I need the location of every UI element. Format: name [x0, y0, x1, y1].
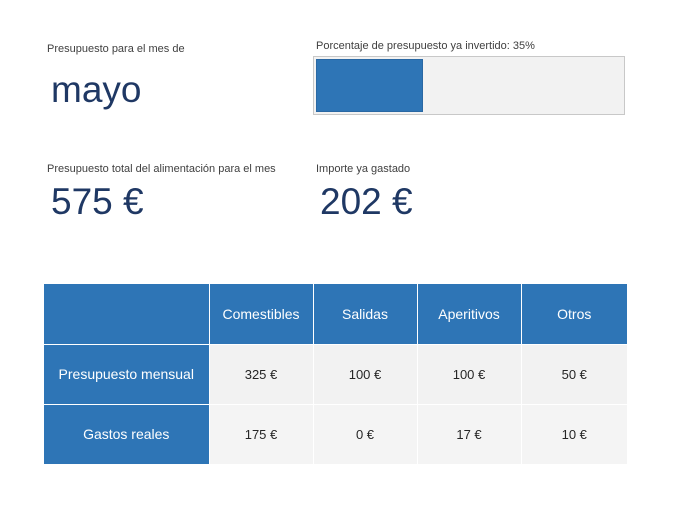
- month-value: mayo: [51, 69, 142, 110]
- column-header-aperitivos: Aperitivos: [416, 284, 521, 344]
- progress-label: Porcentaje de presupuesto ya invertido: …: [316, 40, 535, 52]
- table-header-row: Comestibles Salidas Aperitivos Otros: [44, 284, 627, 344]
- column-header-otros: Otros: [520, 284, 627, 344]
- table-cell: 0 €: [312, 403, 417, 464]
- budget-table: Comestibles Salidas Aperitivos Otros Pre…: [44, 284, 627, 464]
- table-row: Gastos reales 175 € 0 € 17 € 10 €: [44, 403, 627, 464]
- row-header-gastos-reales: Gastos reales: [44, 403, 209, 464]
- total-budget-value: 575 €: [51, 181, 144, 222]
- column-header-comestibles: Comestibles: [208, 284, 313, 344]
- month-label: Presupuesto para el mes de: [47, 43, 185, 55]
- amount-spent-value: 202 €: [320, 181, 413, 222]
- table-cell: 100 €: [416, 343, 521, 404]
- amount-spent-label: Importe ya gastado: [316, 163, 411, 175]
- table-cell: 10 €: [520, 403, 627, 464]
- table-cell: 17 €: [416, 403, 521, 464]
- table-row: Presupuesto mensual 325 € 100 € 100 € 50…: [44, 343, 627, 404]
- table-cell: 175 €: [208, 403, 313, 464]
- column-header-salidas: Salidas: [312, 284, 417, 344]
- budget-progress-bar: [313, 56, 625, 115]
- table-cell: 325 €: [208, 343, 313, 404]
- total-budget-label: Presupuesto total del alimentación para …: [47, 163, 276, 175]
- table-cell: 50 €: [520, 343, 627, 404]
- table-cell: 100 €: [312, 343, 417, 404]
- table-header-corner: [44, 284, 209, 344]
- row-header-presupuesto-mensual: Presupuesto mensual: [44, 343, 209, 404]
- budget-progress-fill: [316, 59, 423, 112]
